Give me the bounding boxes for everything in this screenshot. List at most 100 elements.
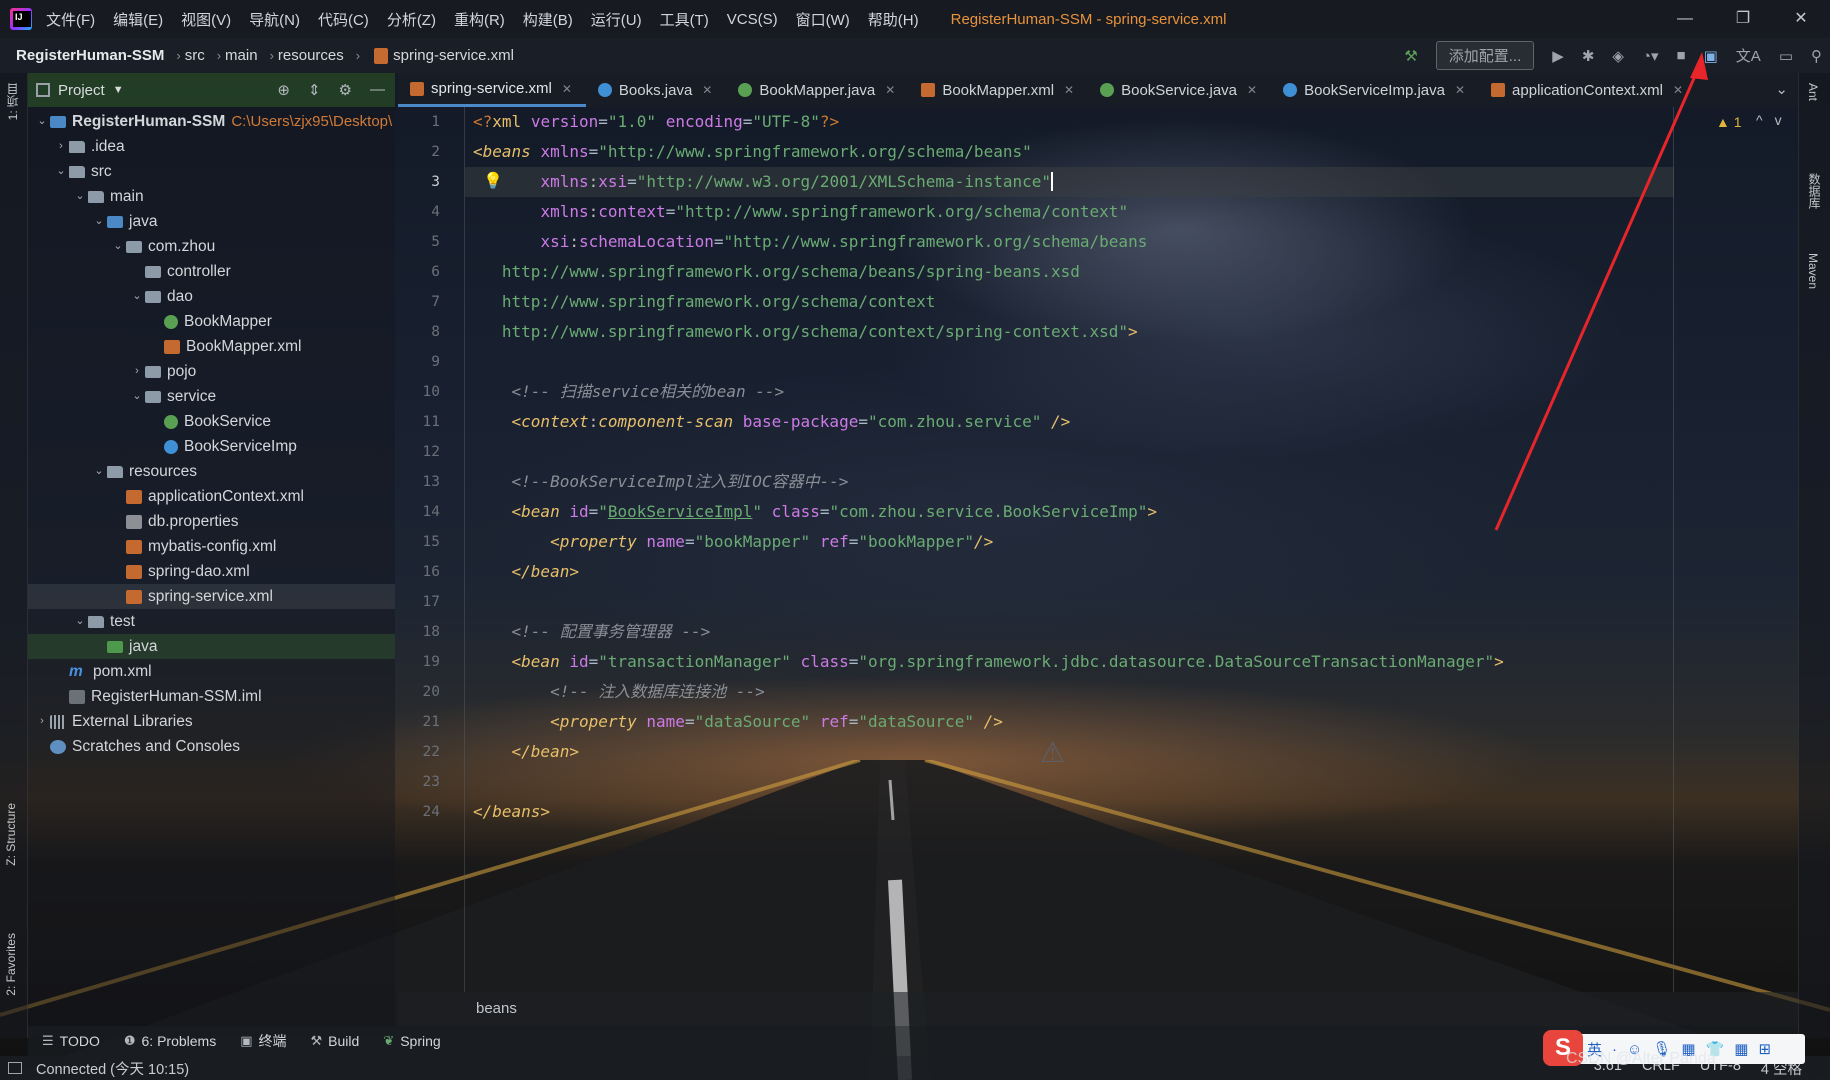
breadcrumb-project[interactable]: RegisterHuman-SSM	[16, 47, 164, 64]
line-number[interactable]: 22	[398, 737, 464, 767]
chevron-down-icon[interactable]: ⌄	[129, 284, 145, 309]
editor-tab[interactable]: BookMapper.java ✕	[726, 73, 909, 107]
tree-item[interactable]: ⌄ dao	[28, 284, 395, 309]
code-line[interactable]: </bean>	[465, 737, 1674, 767]
tree-item[interactable]: › External Libraries	[28, 709, 395, 734]
tabs-overflow-icon[interactable]: ⌄	[1775, 73, 1788, 107]
code-line[interactable]: <context:component-scan base-package="co…	[465, 407, 1674, 437]
line-number[interactable]: 2	[398, 137, 464, 167]
code-line[interactable]	[465, 767, 1674, 797]
structure-toolwindow-tab[interactable]: Z: Structure	[4, 803, 18, 866]
breadcrumb-file[interactable]: spring-service.xml	[393, 47, 514, 64]
tree-item[interactable]: ⌄ com.zhou	[28, 234, 395, 259]
chevron-down-icon[interactable]: ⌄	[91, 459, 107, 484]
line-number[interactable]: 20	[398, 677, 464, 707]
editor-tab[interactable]: spring-service.xml ✕	[398, 73, 586, 107]
line-number[interactable]: 21	[398, 707, 464, 737]
code-line[interactable]: <?xml version="1.0" encoding="UTF-8"?>	[465, 107, 1674, 137]
breadcrumb-main[interactable]: main	[225, 47, 258, 64]
chevron-down-icon[interactable]: ⌄	[129, 384, 145, 409]
chevron-right-icon[interactable]: ›	[34, 709, 50, 734]
project-view-title[interactable]: Project	[58, 82, 105, 99]
line-number[interactable]: 15	[398, 527, 464, 557]
menu-navigate[interactable]: 导航(N)	[249, 9, 300, 30]
locate-file-icon[interactable]: ⊕	[277, 81, 290, 99]
lightbulb-icon[interactable]: 💡	[483, 171, 503, 191]
close-tab-icon[interactable]: ✕	[702, 83, 712, 97]
maven-toolwindow-tab[interactable]: Maven	[1806, 253, 1820, 289]
todo-toolwindow-button[interactable]: ☰ TODO	[42, 1033, 100, 1049]
line-number[interactable]: 17	[398, 587, 464, 617]
code-line[interactable]: http://www.springframework.org/schema/be…	[465, 257, 1674, 287]
ime-menu-icon[interactable]: ⊞	[1758, 1040, 1771, 1058]
menu-code[interactable]: 代码(C)	[318, 9, 369, 30]
tree-item[interactable]: ⌄ resources	[28, 459, 395, 484]
line-number[interactable]: 7	[398, 287, 464, 317]
code-line[interactable]: <bean id="transactionManager" class="org…	[465, 647, 1674, 677]
tree-item[interactable]: › pojo	[28, 359, 395, 384]
tree-item[interactable]: spring-dao.xml	[28, 559, 395, 584]
breadcrumb-src[interactable]: src	[185, 47, 205, 64]
warning-indicator[interactable]: ▲ 1	[1716, 114, 1742, 130]
chevron-down-icon[interactable]: ⌄	[72, 609, 88, 634]
tree-item[interactable]: Scratches and Consoles	[28, 734, 395, 759]
tree-item[interactable]: BookMapper	[28, 309, 395, 334]
code-line[interactable]: </bean>	[465, 557, 1674, 587]
terminal-window-icon[interactable]: ▭	[1779, 47, 1793, 65]
code-line[interactable]	[465, 437, 1674, 467]
spring-toolwindow-button[interactable]: ❦ Spring	[383, 1033, 440, 1049]
line-number[interactable]: 10	[398, 377, 464, 407]
menu-tools[interactable]: 工具(T)	[660, 9, 709, 30]
gear-icon[interactable]: ⚙	[339, 81, 352, 99]
database-toolwindow-tab[interactable]: 数据库	[1806, 173, 1823, 209]
line-number[interactable]: 4	[398, 197, 464, 227]
tree-item[interactable]: m pom.xml	[28, 659, 395, 684]
chevron-up-icon[interactable]: ^	[1756, 112, 1775, 128]
menu-edit[interactable]: 编辑(E)	[113, 9, 163, 30]
menu-refactor[interactable]: 重构(R)	[454, 9, 505, 30]
tree-item[interactable]: RegisterHuman-SSM.iml	[28, 684, 395, 709]
tree-item[interactable]: › .idea	[28, 134, 395, 159]
code-line[interactable]: <!-- 配置事务管理器 -->	[465, 617, 1674, 647]
menu-run[interactable]: 运行(U)	[591, 9, 642, 30]
menu-file[interactable]: 文件(F)	[46, 9, 95, 30]
tree-item[interactable]: applicationContext.xml	[28, 484, 395, 509]
translate-icon[interactable]: 文A	[1736, 45, 1761, 66]
ime-toolbox-icon[interactable]: ▦	[1734, 1040, 1748, 1058]
search-icon[interactable]: ⚲	[1811, 47, 1822, 65]
code-line[interactable]: </beans>	[465, 797, 1674, 827]
line-number[interactable]: 13	[398, 467, 464, 497]
editor-tab[interactable]: BookService.java ✕	[1088, 73, 1271, 107]
editor-tab[interactable]: Books.java ✕	[586, 73, 726, 107]
favorites-toolwindow-tab[interactable]: 2: Favorites	[4, 933, 18, 996]
line-number[interactable]: 9	[398, 347, 464, 377]
chevron-down-icon[interactable]: ▼	[113, 84, 124, 96]
chevron-right-icon[interactable]: ›	[53, 134, 69, 159]
line-number[interactable]: 6	[398, 257, 464, 287]
code-line[interactable]: http://www.springframework.org/schema/co…	[465, 317, 1674, 347]
tree-item[interactable]: BookService	[28, 409, 395, 434]
tree-item[interactable]: BookMapper.xml	[28, 334, 395, 359]
chevron-down-icon[interactable]: ⌄	[72, 184, 88, 209]
ant-toolwindow-tab[interactable]: Ant	[1806, 83, 1820, 101]
chevron-down-icon[interactable]: ⌄	[53, 159, 69, 184]
run-icon[interactable]: ▶	[1552, 47, 1564, 65]
coverage-icon[interactable]: ◈	[1612, 47, 1624, 65]
chevron-down-icon[interactable]: v	[1775, 112, 1794, 128]
code-line[interactable]: xsi:schemaLocation="http://www.springfra…	[465, 227, 1674, 257]
tree-item[interactable]: java	[28, 634, 395, 659]
debug-icon[interactable]: ✱	[1582, 47, 1595, 65]
tree-item[interactable]: db.properties	[28, 509, 395, 534]
breadcrumb-resources[interactable]: resources	[278, 47, 344, 64]
line-number[interactable]: 14	[398, 497, 464, 527]
menu-window[interactable]: 窗口(W)	[796, 9, 850, 30]
chevron-down-icon[interactable]: ⌄	[34, 109, 50, 134]
tree-item[interactable]: ⌄ src	[28, 159, 395, 184]
window-layout-icon[interactable]	[8, 1062, 22, 1074]
tree-item[interactable]: spring-service.xml	[28, 584, 395, 609]
editor-tab[interactable]: applicationContext.xml ✕	[1479, 73, 1697, 107]
editor-tab[interactable]: BookServiceImp.java ✕	[1271, 73, 1479, 107]
problems-toolwindow-button[interactable]: ❶ 6: Problems	[124, 1033, 216, 1049]
menu-analyze[interactable]: 分析(Z)	[387, 9, 436, 30]
close-tab-icon[interactable]: ✕	[1673, 83, 1683, 97]
